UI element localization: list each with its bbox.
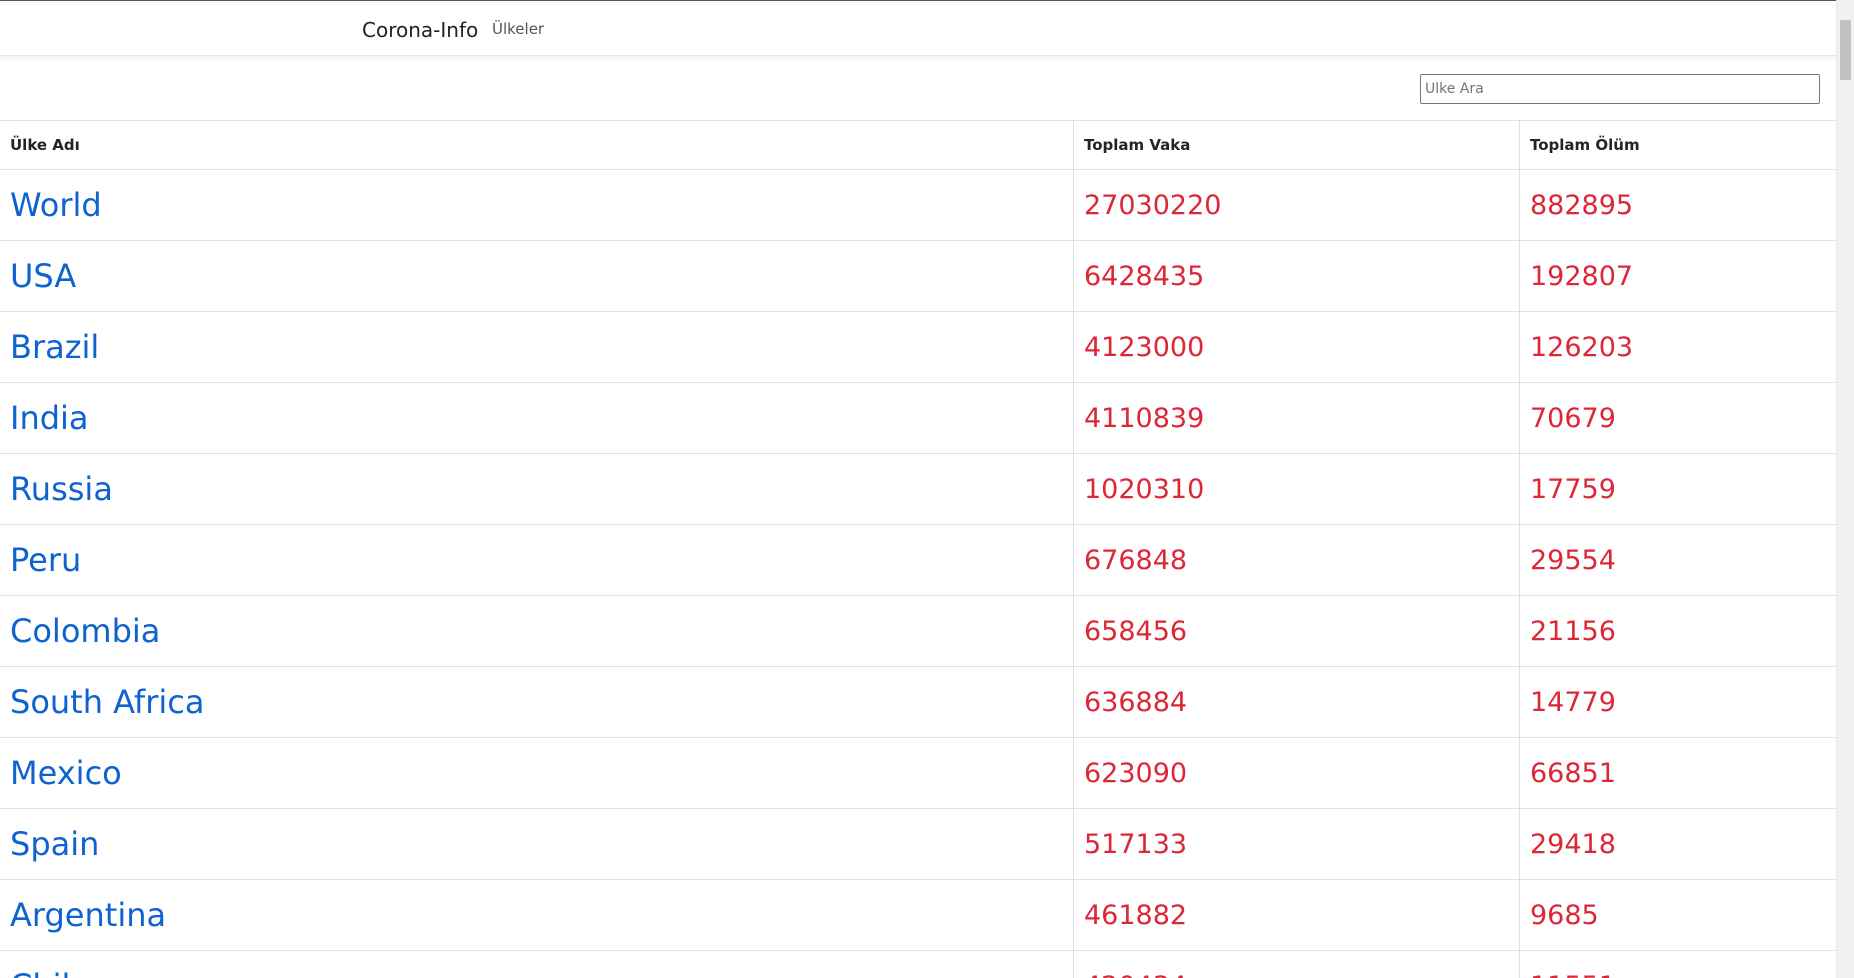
navbar: Corona-Info Ülkeler	[0, 0, 1836, 56]
country-link[interactable]: World	[10, 186, 102, 224]
total-deaths: 66851	[1530, 757, 1616, 789]
total-deaths: 192807	[1530, 260, 1634, 292]
table-row: South Africa 636884 14779	[0, 666, 1836, 738]
total-cases: 27030220	[1084, 189, 1222, 221]
header-total-cases: Toplam Vaka	[1073, 120, 1520, 170]
country-search-input[interactable]	[1420, 74, 1820, 104]
total-cases: 4110839	[1084, 402, 1205, 434]
table-row: Peru 676848 29554	[0, 524, 1836, 596]
total-deaths: 9685	[1530, 899, 1599, 931]
brand-link[interactable]: Corona-Info	[362, 18, 478, 42]
total-cases: 623090	[1084, 757, 1188, 789]
country-link[interactable]: South Africa	[10, 683, 204, 721]
total-deaths: 29418	[1530, 828, 1616, 860]
header-total-deaths: Toplam Ölüm	[1519, 120, 1836, 170]
country-link[interactable]: Argentina	[10, 896, 166, 934]
scrollbar-thumb[interactable]	[1840, 20, 1851, 80]
country-link[interactable]: Chile	[10, 967, 90, 978]
page: Corona-Info Ülkeler Ülke Adı Toplam Vaka…	[0, 0, 1854, 978]
total-deaths: 70679	[1530, 402, 1616, 434]
table-row: Colombia 658456 21156	[0, 595, 1836, 667]
table-row: Brazil 4123000 126203	[0, 311, 1836, 383]
total-deaths: 126203	[1530, 331, 1634, 363]
total-cases: 4123000	[1084, 331, 1205, 363]
total-deaths: 14779	[1530, 686, 1616, 718]
table-row: World 27030220 882895	[0, 169, 1836, 241]
total-deaths: 21156	[1530, 615, 1616, 647]
country-link[interactable]: Brazil	[10, 328, 99, 366]
table-row: India 4110839 70679	[0, 382, 1836, 454]
total-deaths: 29554	[1530, 544, 1616, 576]
country-link[interactable]: Spain	[10, 825, 99, 863]
country-link[interactable]: Colombia	[10, 612, 160, 650]
country-link[interactable]: India	[10, 399, 89, 437]
total-cases: 636884	[1084, 686, 1188, 718]
nav-link-countries[interactable]: Ülkeler	[492, 20, 544, 38]
table-row: Mexico 623090 66851	[0, 737, 1836, 809]
table-row: USA 6428435 192807	[0, 240, 1836, 312]
countries-table-container: Ülke Adı Toplam Vaka Toplam Ölüm World 2…	[0, 120, 1836, 978]
total-deaths: 17759	[1530, 473, 1616, 505]
total-cases: 1020310	[1084, 473, 1205, 505]
total-cases: 517133	[1084, 828, 1188, 860]
country-link[interactable]: Mexico	[10, 754, 122, 792]
total-cases: 461882	[1084, 899, 1188, 931]
table-row: Argentina 461882 9685	[0, 879, 1836, 951]
total-cases: 676848	[1084, 544, 1188, 576]
country-link[interactable]: Peru	[10, 541, 81, 579]
country-link[interactable]: Russia	[10, 470, 113, 508]
total-cases: 6428435	[1084, 260, 1205, 292]
header-country-name: Ülke Adı	[0, 120, 1074, 170]
country-link[interactable]: USA	[10, 257, 76, 295]
table-row: Chile 420434 11551	[0, 950, 1836, 978]
total-deaths: 882895	[1530, 189, 1634, 221]
countries-table: Ülke Adı Toplam Vaka Toplam Ölüm World 2…	[0, 120, 1836, 978]
total-deaths: 11551	[1530, 971, 1616, 978]
vertical-scrollbar[interactable]	[1836, 0, 1854, 978]
table-header-row: Ülke Adı Toplam Vaka Toplam Ölüm	[0, 120, 1836, 170]
table-row: Russia 1020310 17759	[0, 453, 1836, 525]
table-row: Spain 517133 29418	[0, 808, 1836, 880]
total-cases: 420434	[1084, 971, 1187, 978]
total-cases: 658456	[1084, 615, 1188, 647]
